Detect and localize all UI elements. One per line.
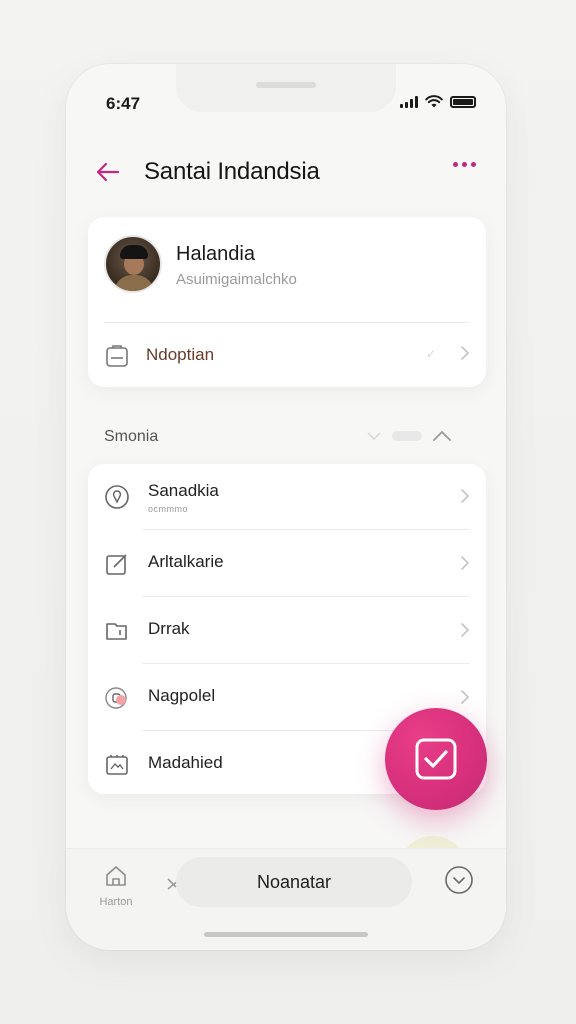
chevron-right-icon <box>461 346 470 360</box>
chevron-right-icon <box>461 690 470 704</box>
confirm-fab-button[interactable] <box>385 708 487 810</box>
divider <box>142 663 470 664</box>
list-item[interactable]: Arltalkarie <box>88 531 486 597</box>
chevron-right-icon <box>461 489 470 503</box>
section-toggle-pill[interactable] <box>392 431 422 441</box>
image-frame-icon <box>106 755 128 775</box>
header: Santai Indandsia <box>66 152 506 192</box>
section-controls <box>366 430 452 442</box>
chevron-up-icon[interactable] <box>432 430 452 442</box>
page-background: 6:47 Santai Indandsia Halandia Asuimigai… <box>0 0 576 1024</box>
toggle-icon <box>105 687 127 709</box>
list-item-label: Madahied <box>148 753 223 772</box>
list-item-label: Drrak <box>148 619 190 638</box>
tab-home-label: Harton <box>99 896 133 908</box>
chevron-right-icon <box>461 556 470 570</box>
section-title: Smonia <box>104 428 159 445</box>
more-options-button[interactable] <box>453 162 476 167</box>
battery-icon <box>450 95 476 108</box>
chevron-right-icon <box>461 623 470 637</box>
page-title: Santai Indandsia <box>144 158 320 185</box>
list-item-label: Arltalkarie <box>148 552 224 571</box>
list-item-label: Nagpolel <box>148 686 216 705</box>
check-square-icon <box>415 738 457 780</box>
profile-name: Halandia <box>176 243 255 265</box>
list-item[interactable]: Drrak <box>88 598 486 664</box>
divider <box>142 596 470 597</box>
location-circle-icon <box>105 485 129 509</box>
divider <box>142 529 470 530</box>
profile-subtitle: Asuimigaimalchko <box>176 271 297 288</box>
dot-icon <box>471 162 476 167</box>
tab-home[interactable]: Harton <box>96 863 136 908</box>
divider <box>104 322 470 323</box>
back-button[interactable] <box>92 156 124 188</box>
status-icons <box>400 95 476 108</box>
profile-card: Halandia Asuimigaimalchko Ndoptian ✓ <box>88 217 486 387</box>
clipboard-icon <box>106 345 128 367</box>
notch <box>176 64 396 112</box>
speaker <box>256 82 316 88</box>
avatar[interactable] <box>104 235 162 293</box>
chevron-circle-icon[interactable] <box>444 865 474 895</box>
dot-icon <box>453 162 458 167</box>
profile-option-row[interactable]: Ndoptian ✓ <box>88 325 486 385</box>
home-indicator[interactable] <box>204 932 368 937</box>
home-icon <box>106 866 126 886</box>
dot-icon <box>462 162 467 167</box>
arrow-left-icon <box>96 162 120 182</box>
profile-option-label: Ndoptian <box>146 345 215 364</box>
chevron-down-icon[interactable] <box>366 431 382 441</box>
wifi-icon <box>425 95 443 108</box>
folder-icon <box>106 623 127 640</box>
list-item-sublabel: ocmmmo <box>148 504 189 514</box>
signal-icon <box>400 95 418 108</box>
list-item-label: Sanadkia <box>148 481 219 500</box>
check-mark-icon: ✓ <box>425 347 436 361</box>
status-time: 6:47 <box>106 94 141 113</box>
list-item[interactable]: Sanadkia ocmmmo <box>88 464 486 530</box>
phone-frame: 6:47 Santai Indandsia Halandia Asuimigai… <box>66 64 506 950</box>
edit-square-icon <box>106 554 127 575</box>
center-nav-button[interactable]: Noanatar <box>176 857 412 907</box>
